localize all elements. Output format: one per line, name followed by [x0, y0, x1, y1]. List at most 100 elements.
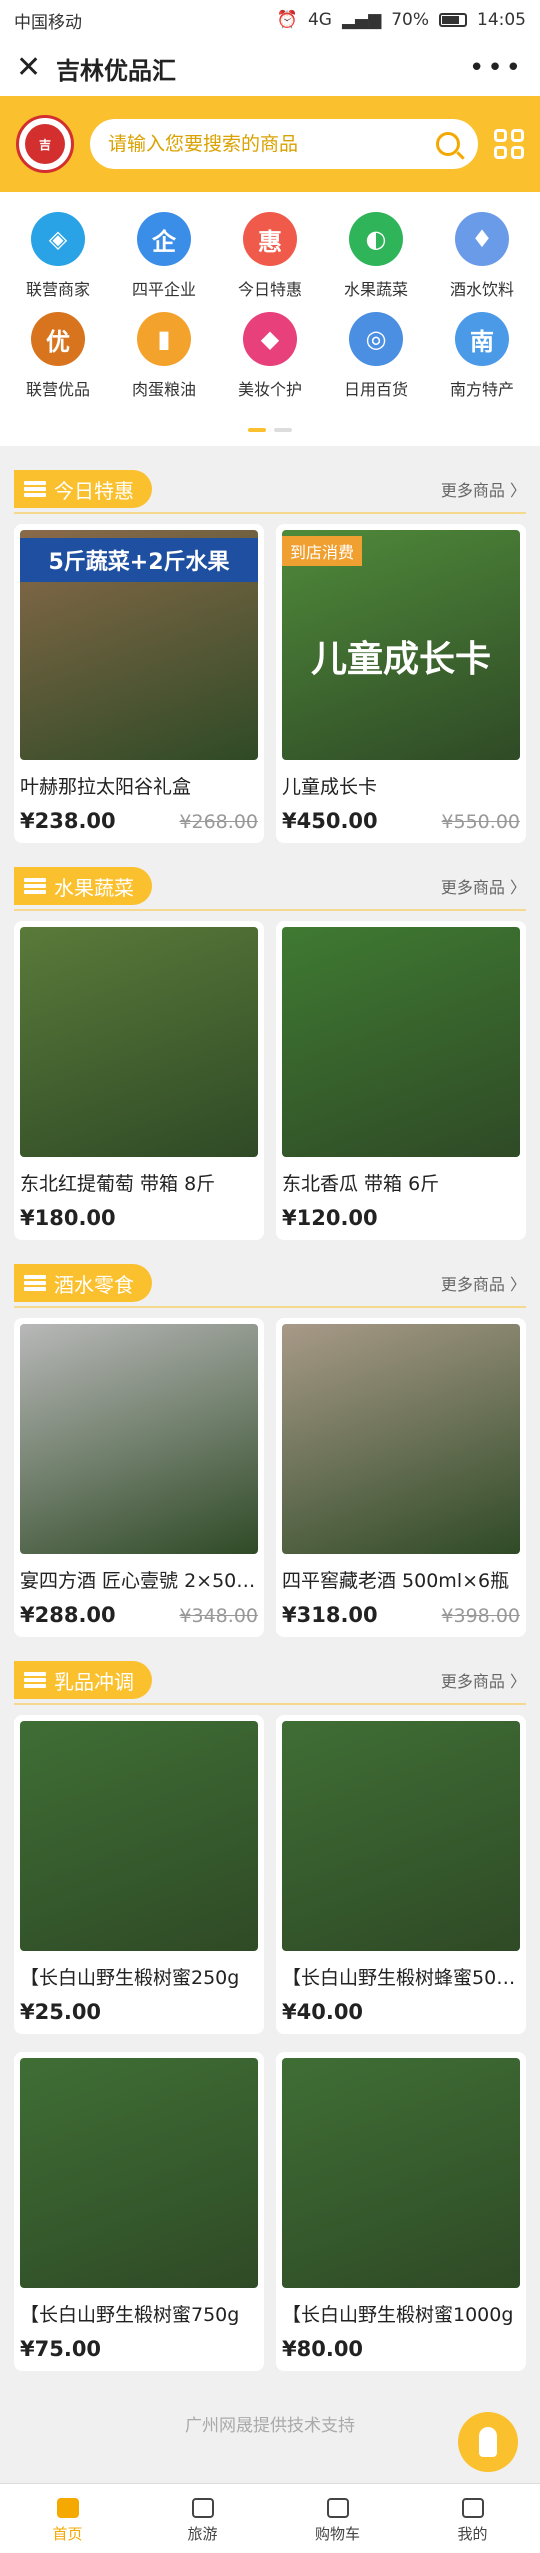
section-divider [14, 1703, 526, 1705]
daily-goods-icon: ◎ [349, 312, 403, 366]
product-card[interactable]: 四平窖藏老酒 500ml×6瓶 ¥318.00 ¥398.00 [276, 1318, 526, 1637]
more-products-link[interactable]: 更多商品 〉 [441, 477, 526, 501]
in-store-tag: 到店消费 [282, 536, 363, 566]
status-bar: 中国移动 ⏰ 4G ▂▄▆ 70% 14:05 [0, 0, 540, 40]
category-item[interactable]: ◐ 水果蔬菜 [324, 212, 428, 300]
category-item[interactable]: 南南方特产 [430, 312, 534, 400]
tab-cart[interactable]: 购物车 [270, 2484, 405, 2553]
product-name: 东北红提葡萄 带箱 8斤 [20, 1173, 216, 1195]
product-card[interactable]: 【长白山野生椴树蜜250g ¥25.00 [14, 1715, 264, 2034]
product-name: 四平窖藏老酒 500ml×6瓶 [282, 1570, 510, 1592]
category-item[interactable]: ◆ 美妆个护 [218, 312, 322, 400]
category-item[interactable]: ◎ 日用百货 [324, 312, 428, 400]
product-image[interactable] [282, 2058, 520, 2288]
tab-travel[interactable]: 旅游 [135, 2484, 270, 2553]
product-banner-text: 5斤蔬菜+2斤水果 [20, 538, 258, 582]
category-grid-icon[interactable] [494, 129, 524, 159]
tab-label: 我的 [457, 2525, 488, 2543]
section-header: 酒水零食 更多商品 〉 [0, 1260, 540, 1306]
page-title: 吉林优品汇 [56, 56, 176, 85]
category-label: 美妆个护 [237, 380, 302, 399]
search-box[interactable] [90, 119, 478, 169]
product-grid: 宴四方酒 匠心壹號 2×500ml ¥288.00 ¥348.00 四平窖藏老酒 50… [0, 1308, 540, 1637]
product-name: 儿童成长卡 [282, 776, 378, 798]
product-name: 东北香瓜 带箱 6斤 [282, 1173, 440, 1195]
original-price: ¥268.00 [179, 811, 258, 833]
category-label: 今日特惠 [237, 280, 302, 299]
title-bar: ✕ 吉林优品汇 ••• [0, 40, 540, 96]
product-image[interactable]: 5斤蔬菜+2斤水果 [20, 530, 258, 760]
product-card[interactable]: 5斤蔬菜+2斤水果叶赫那拉太阳谷礼盒 ¥238.00 ¥268.00 [14, 524, 264, 843]
battery-icon [439, 13, 467, 27]
search-input[interactable] [108, 133, 436, 155]
rocket-top-button[interactable] [458, 2412, 518, 2472]
list-icon [24, 1273, 46, 1293]
price-row: ¥238.00 ¥268.00 [20, 809, 258, 833]
tab-label: 首页 [52, 2525, 83, 2543]
product-card[interactable]: 宴四方酒 匠心壹號 2×500ml ¥288.00 ¥348.00 [14, 1318, 264, 1637]
product-section: 水果蔬菜 更多商品 〉东北红提葡萄 带箱 8斤 ¥180.00 东北香瓜 带箱 6斤 ¥… [0, 863, 540, 1240]
rocket-icon [479, 2427, 497, 2457]
product-name: 叶赫那拉太阳谷礼盒 [20, 776, 192, 798]
sale-price: ¥25.00 [20, 2000, 102, 2024]
price-row: ¥75.00 [20, 2337, 258, 2361]
product-card[interactable]: 【长白山野生椴树蜜750g ¥75.00 [14, 2052, 264, 2371]
sale-price: ¥75.00 [20, 2337, 102, 2361]
product-card[interactable]: 东北香瓜 带箱 6斤 ¥120.00 [276, 921, 526, 1240]
store-logo[interactable]: 吉 [16, 115, 74, 173]
product-image[interactable] [20, 927, 258, 1157]
product-image[interactable] [20, 2058, 258, 2288]
category-item[interactable]: ♦ 酒水饮料 [430, 212, 534, 300]
product-card[interactable]: 【长白山野生椴树蜜1000g ¥80.00 [276, 2052, 526, 2371]
sale-price: ¥288.00 [20, 1603, 116, 1627]
product-image[interactable] [282, 927, 520, 1157]
price-row: ¥80.00 [282, 2337, 520, 2361]
price-row: ¥450.00 ¥550.00 [282, 809, 520, 833]
signal-icon: ▂▄▆ [341, 10, 382, 30]
discount-icon: 惠 [243, 212, 297, 266]
price-row: ¥40.00 [282, 2000, 520, 2024]
signal-label: 4G [307, 10, 332, 30]
section-title: 乳品冲调 [54, 1669, 134, 1694]
partner-icon: ◈ [31, 212, 85, 266]
product-card[interactable]: 东北红提葡萄 带箱 8斤 ¥180.00 [14, 921, 264, 1240]
price-row: ¥180.00 [20, 1206, 258, 1230]
product-section: 今日特惠 更多商品 〉 5斤蔬菜+2斤水果叶赫那拉太阳谷礼盒 ¥238.00 ¥268.… [0, 466, 540, 843]
product-grid: 5斤蔬菜+2斤水果 叶赫那拉太阳谷礼盒 ¥238.00 ¥268.00 儿童成长卡 到店消… [0, 514, 540, 843]
more-options-icon[interactable]: ••• [469, 53, 524, 83]
product-card[interactable]: 【长白山野生椴树蜂蜜500g ¥40.00 [276, 1715, 526, 2034]
product-card[interactable]: 儿童成长卡 到店消费儿童成长卡 ¥450.00 ¥550.00 [276, 524, 526, 843]
tab-user[interactable]: 我的 [405, 2484, 540, 2553]
category-item[interactable]: ◈ 联营商家 [6, 212, 110, 300]
list-icon [24, 479, 46, 499]
product-image[interactable] [282, 1324, 520, 1554]
sale-price: ¥80.00 [282, 2337, 364, 2361]
price-row: ¥288.00 ¥348.00 [20, 1603, 258, 1627]
bottom-tabbar: 首页 旅游 购物车 我的 [0, 2483, 540, 2553]
more-products-link[interactable]: 更多商品 〉 [441, 1271, 526, 1295]
section-header: 今日特惠 更多商品 〉 [0, 466, 540, 512]
product-image[interactable]: 儿童成长卡 到店消费 [282, 530, 520, 760]
enterprise-icon: 企 [137, 212, 191, 266]
category-item[interactable]: 优联营优品 [6, 312, 110, 400]
close-icon[interactable]: ✕ [16, 53, 52, 83]
home-icon [53, 2493, 83, 2519]
more-products-link[interactable]: 更多商品 〉 [441, 1668, 526, 1692]
category-item[interactable]: 企四平企业 [112, 212, 216, 300]
category-item[interactable]: ▮ 肉蛋粮油 [112, 312, 216, 400]
product-image[interactable] [282, 1721, 520, 1951]
tab-home[interactable]: 首页 [0, 2484, 135, 2553]
product-name: 【长白山野生椴树蜜750g [20, 2304, 240, 2326]
list-icon [24, 876, 46, 896]
product-image[interactable] [20, 1324, 258, 1554]
section-divider [14, 512, 526, 514]
original-price: ¥550.00 [441, 811, 520, 833]
category-label: 肉蛋粮油 [131, 380, 196, 399]
product-section: 酒水零食 更多商品 〉宴四方酒 匠心壹號 2×500ml ¥288.00 ¥348.0… [0, 1260, 540, 1637]
more-products-link[interactable]: 更多商品 〉 [441, 874, 526, 898]
search-icon[interactable] [436, 132, 460, 156]
product-image[interactable] [20, 1721, 258, 1951]
product-sections: 今日特惠 更多商品 〉 5斤蔬菜+2斤水果叶赫那拉太阳谷礼盒 ¥238.00 ¥268.… [0, 466, 540, 2371]
sale-price: ¥40.00 [282, 2000, 364, 2024]
category-item[interactable]: 惠今日特惠 [218, 212, 322, 300]
